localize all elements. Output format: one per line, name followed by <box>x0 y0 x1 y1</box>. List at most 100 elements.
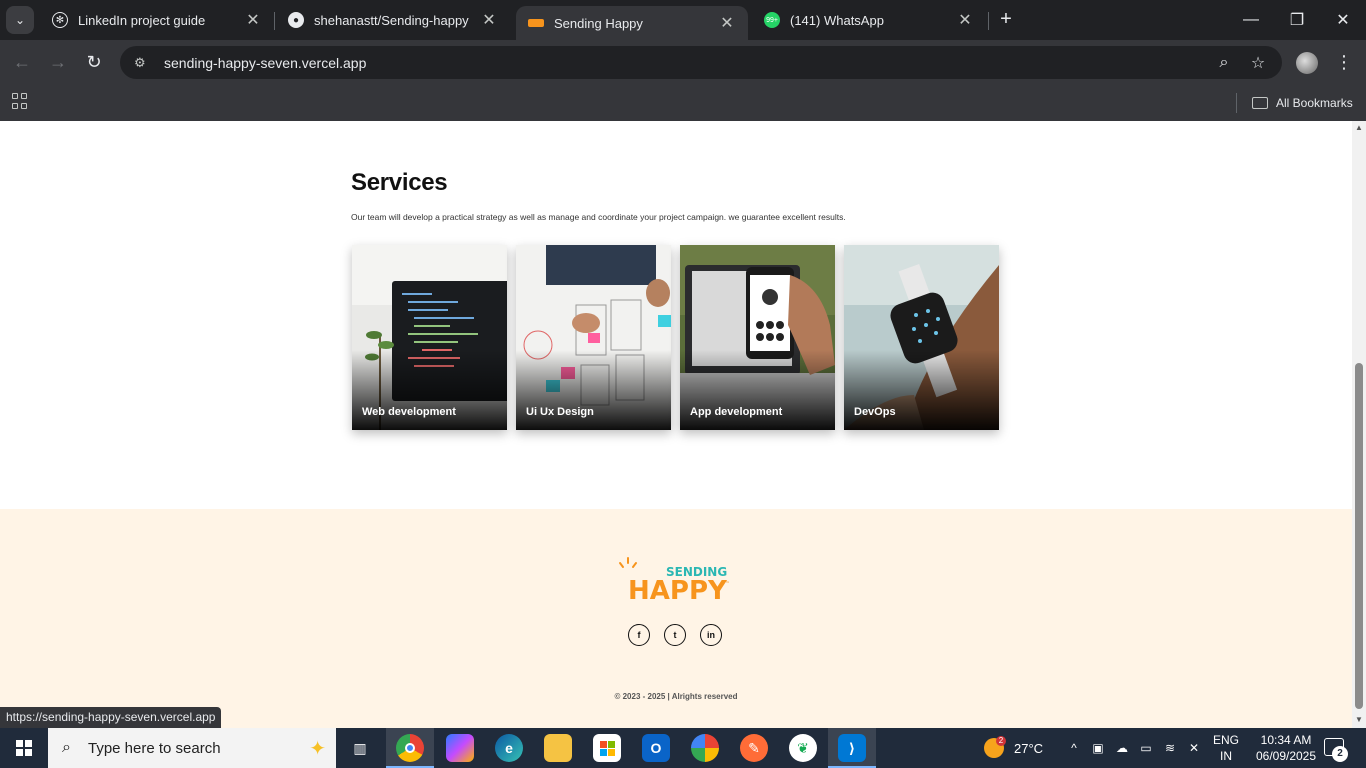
tab-divider <box>274 12 275 30</box>
tab-strip: ⌄ ✻ LinkedIn project guide ✕ ● shehanast… <box>0 0 1366 40</box>
system-clock[interactable]: 10:34 AM 06/09/2025 <box>1248 732 1324 764</box>
postman-icon[interactable]: ✎ <box>740 734 768 762</box>
browser-menu-button[interactable]: ⋮ <box>1334 48 1354 76</box>
camera-icon[interactable]: ▣ <box>1090 740 1106 756</box>
whatsapp-icon: 99+ <box>764 12 780 28</box>
language-code: ENG <box>1212 733 1239 747</box>
browser-chrome: ⌄ ✻ LinkedIn project guide ✕ ● shehanast… <box>0 0 1366 121</box>
microsoft-store-icon[interactable] <box>593 734 621 762</box>
services-heading: Services <box>351 169 448 196</box>
restore-icon: ❐ <box>1289 12 1305 29</box>
apps-grid-icon[interactable] <box>12 93 28 109</box>
card-gradient <box>844 350 999 430</box>
logo-text-happy: HAPPY <box>628 576 728 605</box>
card-label: Ui Ux Design <box>526 406 594 418</box>
clock-date: 06/09/2025 <box>1255 749 1317 763</box>
scroll-up-icon[interactable]: ▲ <box>1354 123 1364 133</box>
task-view-icon[interactable]: ▥ <box>346 734 374 762</box>
services-description: Our team will develop a practical strate… <box>351 212 846 222</box>
close-icon[interactable]: ✕ <box>718 13 736 33</box>
windows-taskbar: ⌕ Type here to search ✦ ▥ e O ✎ ❦ ⟩ 27°C… <box>0 728 1366 768</box>
edge-icon[interactable]: e <box>495 734 523 762</box>
arrow-left-icon: ← <box>13 51 31 72</box>
chatgpt-icon: ✻ <box>52 12 68 28</box>
close-icon: ✕ <box>1336 12 1350 29</box>
github-icon: ● <box>288 12 304 28</box>
bookmarks-divider <box>1236 93 1237 113</box>
tab-github[interactable]: ● shehanastt/Sending-happy ✕ <box>276 0 510 40</box>
minimize-icon: — <box>1243 11 1259 28</box>
restore-button[interactable]: ❐ <box>1274 0 1320 40</box>
service-card-ui-ux-design[interactable]: Ui Ux Design <box>516 245 671 430</box>
start-button[interactable] <box>0 728 48 768</box>
copilot-sparkle-icon: ✦ <box>309 738 326 760</box>
region-code: IN <box>1220 749 1232 763</box>
forward-button[interactable]: → <box>44 48 72 76</box>
address-bar[interactable]: ⚙ sending-happy-seven.vercel.app ⌕ ☆ <box>120 46 1282 79</box>
close-icon[interactable]: ✕ <box>244 10 262 30</box>
search-icon: ⌕ <box>62 739 71 756</box>
back-button[interactable]: ← <box>8 48 36 76</box>
linkedin-link[interactable]: in <box>700 624 722 646</box>
tab-linkedin-guide[interactable]: ✻ LinkedIn project guide ✕ <box>40 0 274 40</box>
outlook-icon[interactable]: O <box>642 734 670 762</box>
taskbar-search-box[interactable]: ⌕ Type here to search ✦ <box>48 728 336 768</box>
card-label: Web development <box>362 406 456 418</box>
onedrive-cloud-icon[interactable]: ☁ <box>1114 740 1130 756</box>
tab-title: shehanastt/Sending-happy <box>314 12 469 28</box>
zoom-icon[interactable]: ⌕ <box>1212 46 1236 79</box>
search-placeholder: Type here to search <box>88 739 221 757</box>
profile-avatar[interactable] <box>1296 52 1318 74</box>
new-tab-button[interactable]: + <box>994 8 1018 32</box>
clock-time: 10:34 AM <box>1260 733 1312 747</box>
card-gradient <box>352 350 507 430</box>
tab-whatsapp[interactable]: 99+ (141) WhatsApp ✕ <box>752 0 986 40</box>
close-icon[interactable]: ✕ <box>956 10 974 30</box>
input-language[interactable]: ENG IN <box>1212 732 1240 764</box>
all-bookmarks-button[interactable]: All Bookmarks <box>1252 91 1353 115</box>
tab-title: LinkedIn project guide <box>78 12 206 28</box>
tab-sending-happy[interactable]: Sending Happy ✕ <box>516 6 748 40</box>
notification-count: 2 <box>1332 746 1348 762</box>
vscode-icon[interactable]: ⟩ <box>838 734 866 762</box>
speaker-muted-icon[interactable]: ✕ <box>1186 740 1202 756</box>
card-gradient <box>516 350 671 430</box>
tab-search-button[interactable]: ⌄ <box>6 6 34 34</box>
chevron-up-icon[interactable]: ^ <box>1066 740 1082 756</box>
card-label: DevOps <box>854 406 896 418</box>
service-card-web-development[interactable]: Web development <box>352 245 507 430</box>
sending-happy-logo[interactable]: SENDING HAPPY ™ <box>618 557 734 605</box>
site-info-icon[interactable]: ⚙ <box>134 55 150 71</box>
service-card-devops[interactable]: DevOps <box>844 245 999 430</box>
scroll-down-icon[interactable]: ▼ <box>1354 715 1364 725</box>
linkedin-icon: in <box>707 630 715 640</box>
page-scrollbar[interactable]: ▲ ▼ <box>1352 121 1366 728</box>
twitter-link[interactable]: t <box>664 624 686 646</box>
weather-temp: 27°C <box>1014 740 1044 756</box>
mongodb-compass-icon[interactable]: ❦ <box>789 734 817 762</box>
more-vert-icon: ⋮ <box>1335 52 1353 72</box>
facebook-icon: f <box>637 630 641 640</box>
site-favicon <box>528 19 544 27</box>
folder-icon <box>1252 97 1268 109</box>
copilot-icon[interactable] <box>446 734 474 762</box>
tab-title: (141) WhatsApp <box>790 12 884 28</box>
scrollbar-thumb[interactable] <box>1355 363 1363 709</box>
wifi-icon[interactable]: ≋ <box>1162 740 1178 756</box>
close-window-button[interactable]: ✕ <box>1320 0 1366 40</box>
plus-icon: + <box>1000 8 1012 30</box>
battery-icon[interactable]: ▭ <box>1138 740 1154 756</box>
close-icon[interactable]: ✕ <box>480 10 498 30</box>
reload-button[interactable]: ↻ <box>80 48 108 76</box>
tab-divider <box>988 12 989 30</box>
service-card-app-development[interactable]: App development <box>680 245 835 430</box>
photos-icon[interactable] <box>691 734 719 762</box>
minimize-button[interactable]: — <box>1228 0 1274 40</box>
bookmark-star-icon[interactable]: ☆ <box>1246 46 1270 79</box>
chrome-icon[interactable] <box>396 734 424 762</box>
file-explorer-icon[interactable] <box>544 734 572 762</box>
facebook-link[interactable]: f <box>628 624 650 646</box>
weather-widget[interactable]: 27°C 2 <box>984 728 1043 768</box>
windows-logo-icon <box>16 740 32 756</box>
reload-icon: ↻ <box>86 51 102 72</box>
